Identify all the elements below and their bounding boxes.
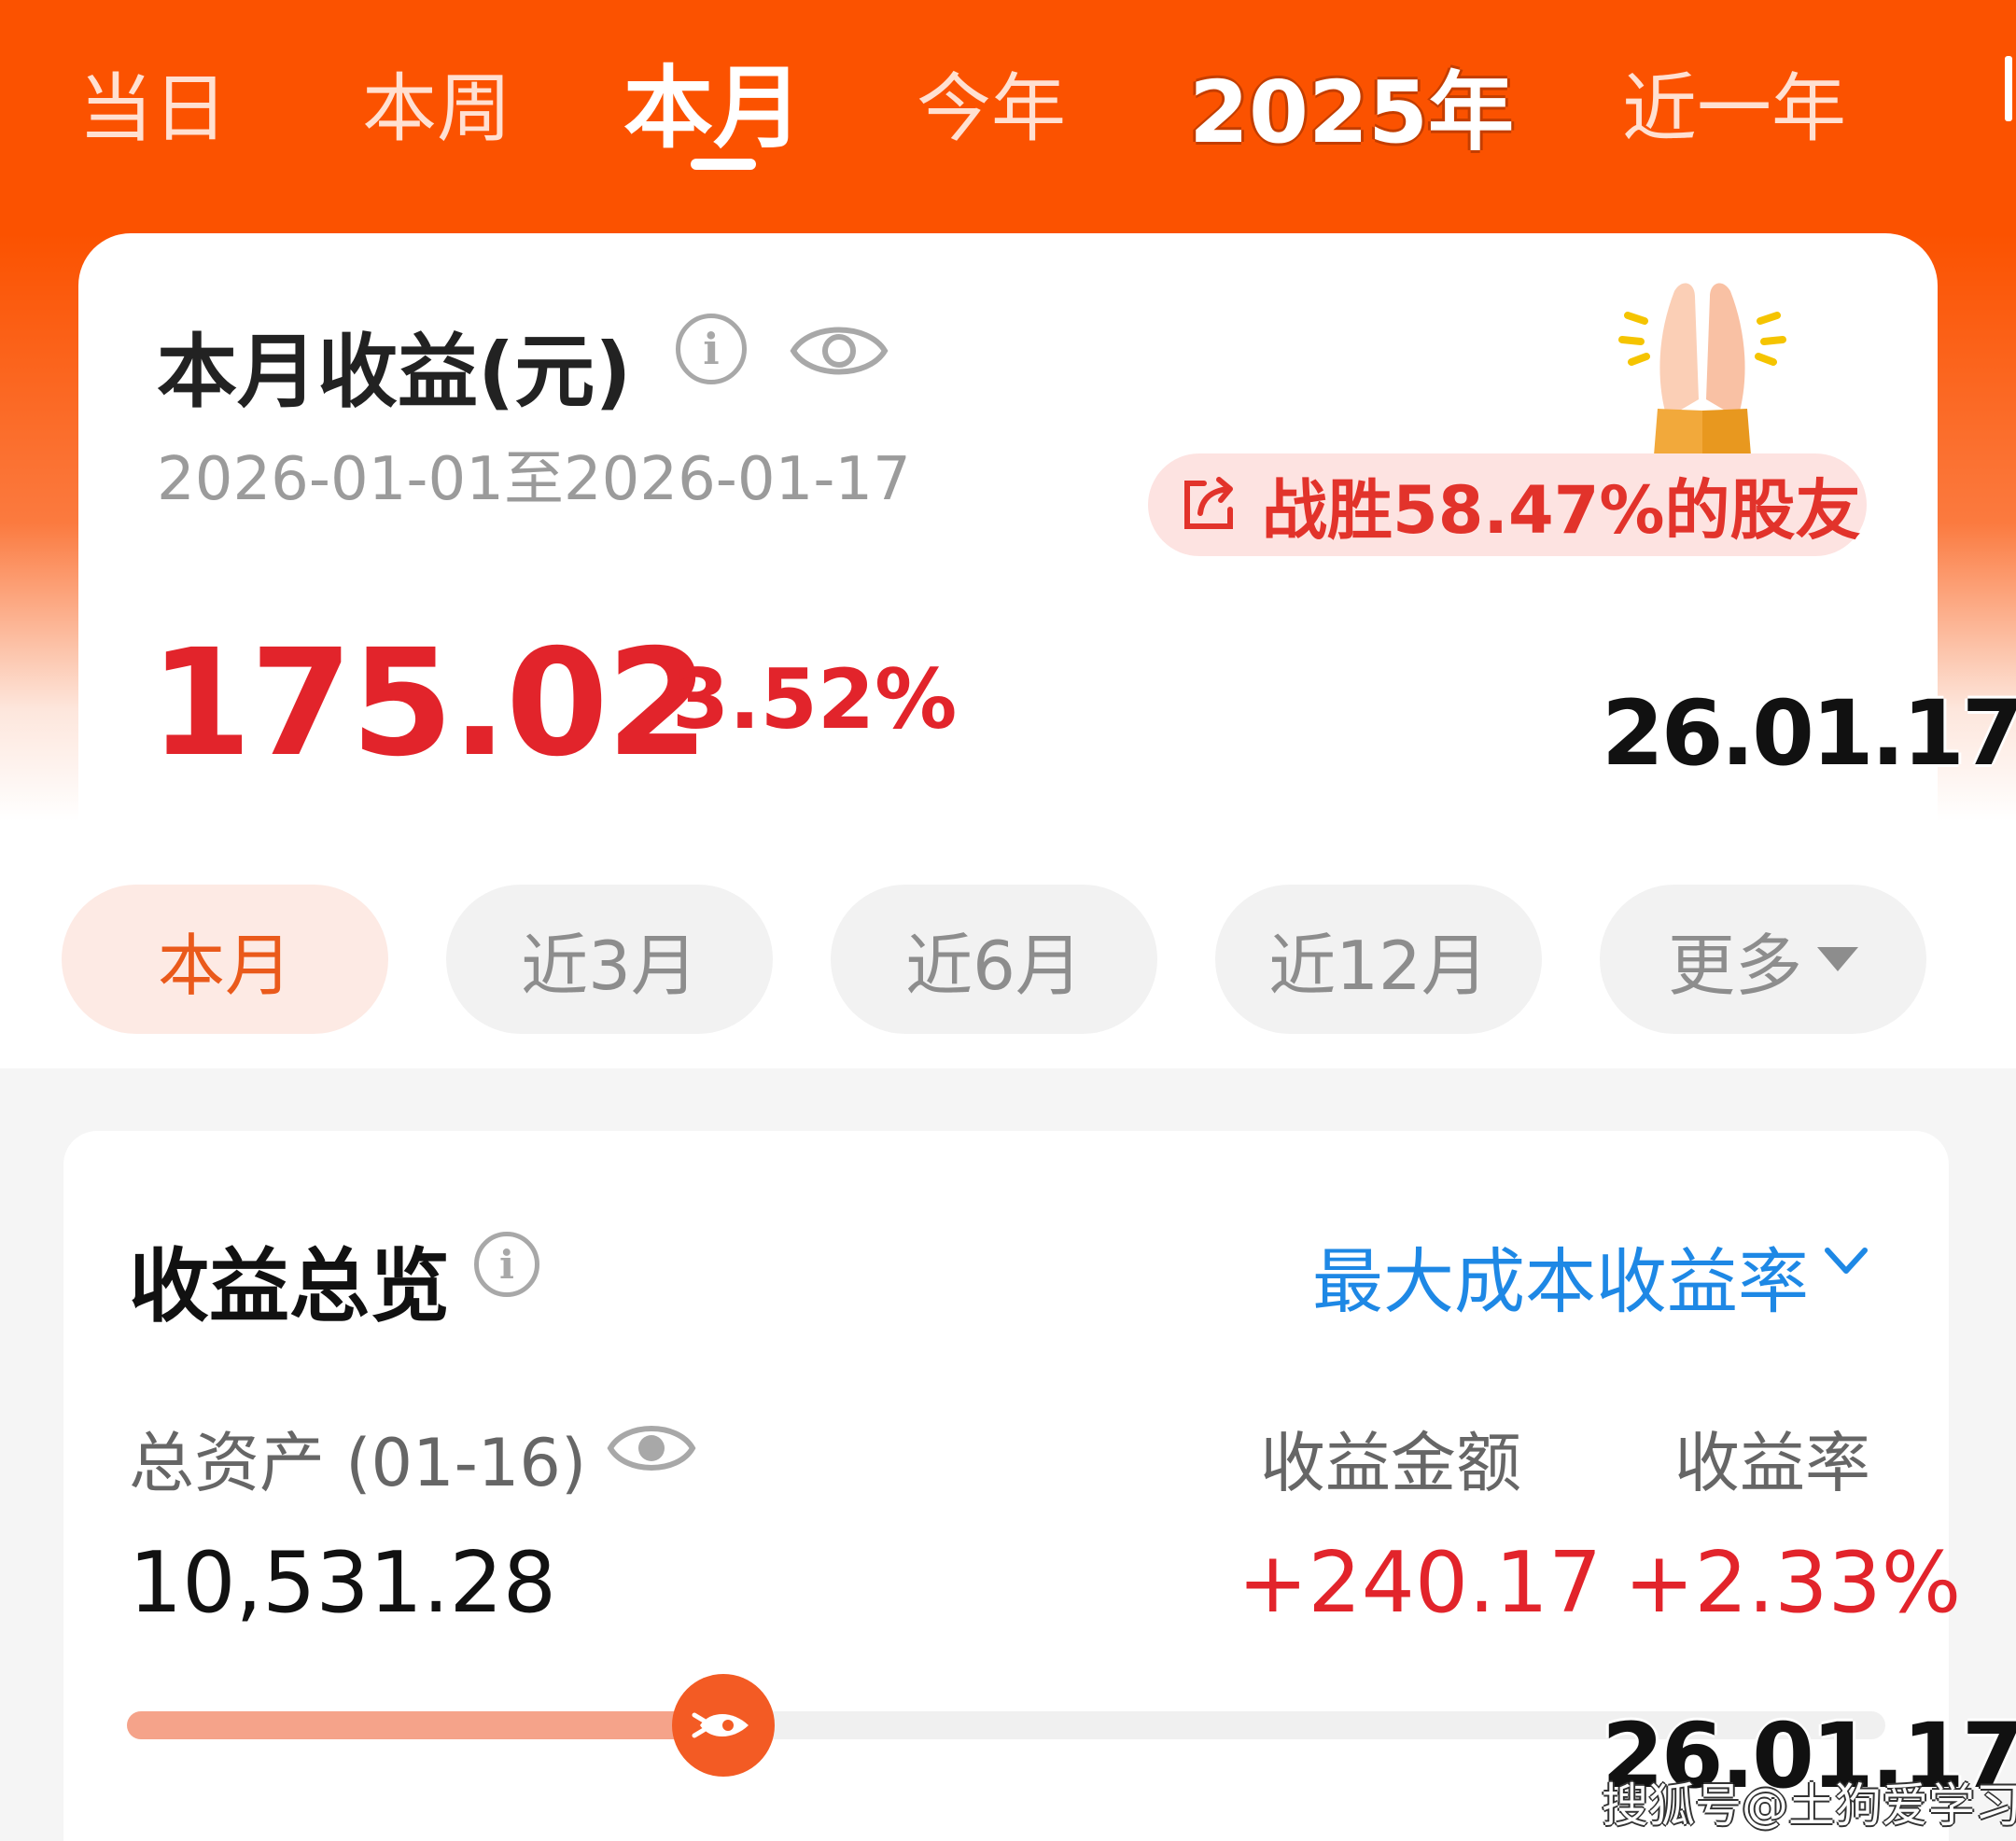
beat-peers-text: 战胜58.47%的股友 bbox=[1262, 471, 1861, 549]
range-pill-3m[interactable]: 近3月 bbox=[446, 885, 773, 1034]
tab-last-year[interactable]: 近一年 bbox=[1622, 49, 1846, 157]
info-icon[interactable]: i bbox=[676, 314, 747, 384]
range-pill-this-month[interactable]: 本月 bbox=[62, 885, 388, 1034]
overview-title: 收益总览 bbox=[129, 1240, 450, 1333]
earnings-title: 本月收益(元) bbox=[157, 326, 632, 419]
date-stamp: 26.01.17 bbox=[1602, 681, 2016, 786]
tab-this-year[interactable]: 今年 bbox=[917, 49, 1066, 157]
range-pill-more[interactable]: 更多 bbox=[1600, 885, 1926, 1034]
chevron-down-icon[interactable] bbox=[1822, 1243, 1870, 1280]
rocket-icon[interactable] bbox=[672, 1674, 776, 1777]
total-assets-value: 10,531.28 bbox=[129, 1534, 557, 1632]
range-pill-6m[interactable]: 近6月 bbox=[831, 885, 1157, 1034]
beat-peers-badge[interactable]: 战胜58.47%的股友 bbox=[1148, 453, 1867, 556]
share-icon bbox=[1184, 477, 1233, 529]
tab-today[interactable]: 当日 bbox=[78, 49, 228, 157]
earnings-percent: 3.52% bbox=[672, 651, 958, 747]
watermark: 搜狐号@土狗爱学习 bbox=[1602, 1778, 2016, 1833]
range-more-label: 更多 bbox=[1667, 926, 1802, 1005]
profit-amount-value: +240.17 bbox=[1238, 1534, 1603, 1632]
range-pill-12m[interactable]: 近12月 bbox=[1215, 885, 1542, 1034]
period-tabs: 当日 本周 本月 今年 2025年 近一年 bbox=[0, 0, 2016, 187]
overview-info-icon[interactable]: i bbox=[474, 1232, 539, 1297]
tab-2025[interactable]: 2025年 bbox=[1189, 43, 1514, 167]
profit-amount-label: 收益金额 bbox=[1260, 1425, 1521, 1501]
earnings-amount: 175.02 bbox=[149, 618, 709, 789]
eye-icon[interactable] bbox=[788, 315, 890, 386]
assets-eye-icon[interactable] bbox=[605, 1415, 698, 1482]
profit-rate-label: 收益率 bbox=[1674, 1425, 1870, 1501]
tab-this-month[interactable]: 本月 bbox=[623, 35, 803, 165]
total-assets-label: 总资产 (01-16) bbox=[129, 1425, 587, 1501]
profit-rate-value: +2.33% bbox=[1624, 1534, 1962, 1632]
sort-mode-dropdown[interactable]: 最大成本收益率 bbox=[1312, 1224, 1809, 1327]
active-tab-indicator bbox=[691, 159, 756, 170]
tab-overflow-edge bbox=[2005, 56, 2012, 121]
date-range: 2026-01-01至2026-01-17 bbox=[157, 445, 911, 514]
progress-fill bbox=[127, 1711, 701, 1739]
range-selector: 本月 近3月 近6月 近12月 更多 bbox=[0, 821, 2016, 1068]
caret-down-icon bbox=[1817, 947, 1858, 971]
tab-this-week[interactable]: 本周 bbox=[362, 49, 511, 157]
high-five-hands-icon bbox=[1618, 283, 1786, 455]
